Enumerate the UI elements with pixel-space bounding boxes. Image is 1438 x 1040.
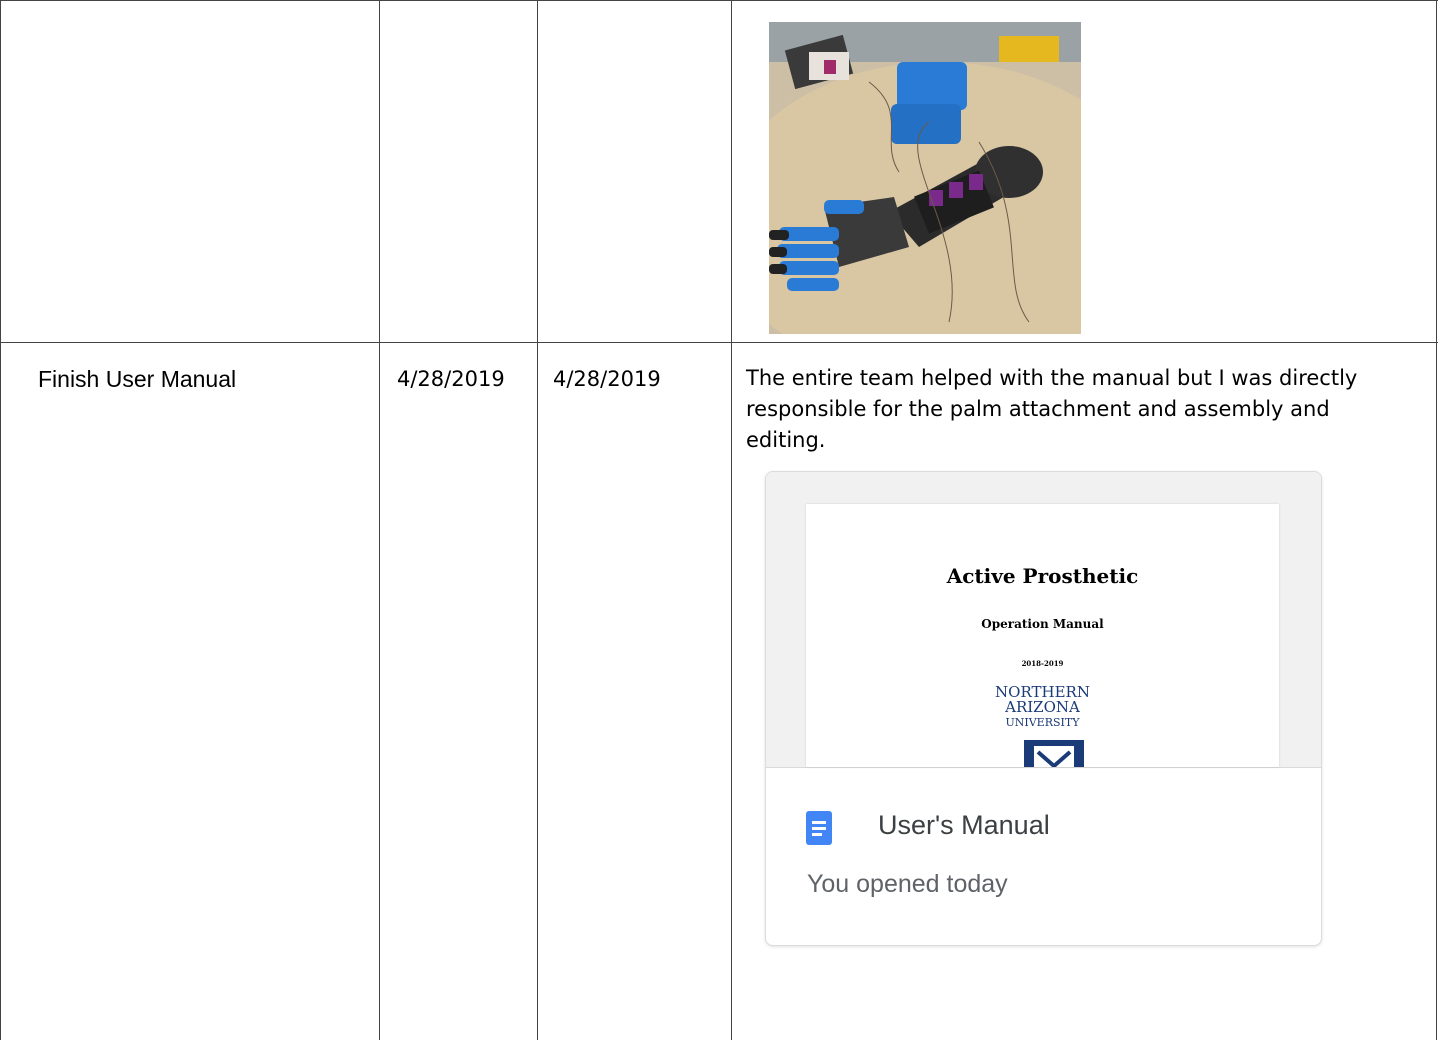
column-divider-1	[379, 0, 380, 1040]
preview-title: Active Prosthetic	[946, 564, 1139, 588]
table-border-left	[0, 0, 1, 1040]
end-date: 4/28/2019	[553, 367, 661, 391]
preview-page: Active Prosthetic Operation Manual 2018-…	[806, 504, 1279, 767]
task-name: Finish User Manual	[38, 366, 237, 392]
table-border-right	[1436, 0, 1437, 1040]
file-activity: You opened today	[807, 870, 1008, 898]
university-shield-icon	[1024, 740, 1084, 767]
google-docs-icon	[806, 811, 832, 845]
university-logo: NORTHERN ARIZONA UNIVERSITY	[995, 683, 1090, 730]
drive-file-card[interactable]: Active Prosthetic Operation Manual 2018-…	[765, 471, 1322, 946]
task-description: The entire team helped with the manual b…	[746, 366, 1358, 452]
start-date: 4/28/2019	[397, 367, 505, 391]
preview-year: 2018-2019	[1021, 659, 1064, 668]
table-border-top	[0, 0, 1438, 1]
column-divider-3	[731, 0, 732, 1040]
document-preview[interactable]: Active Prosthetic Operation Manual 2018-…	[766, 472, 1321, 768]
column-divider-2	[537, 0, 538, 1040]
file-name[interactable]: User's Manual	[878, 810, 1050, 841]
preview-subtitle: Operation Manual	[981, 617, 1104, 631]
prosthetic-arm-photo	[769, 22, 1081, 334]
row-divider	[0, 342, 1438, 343]
